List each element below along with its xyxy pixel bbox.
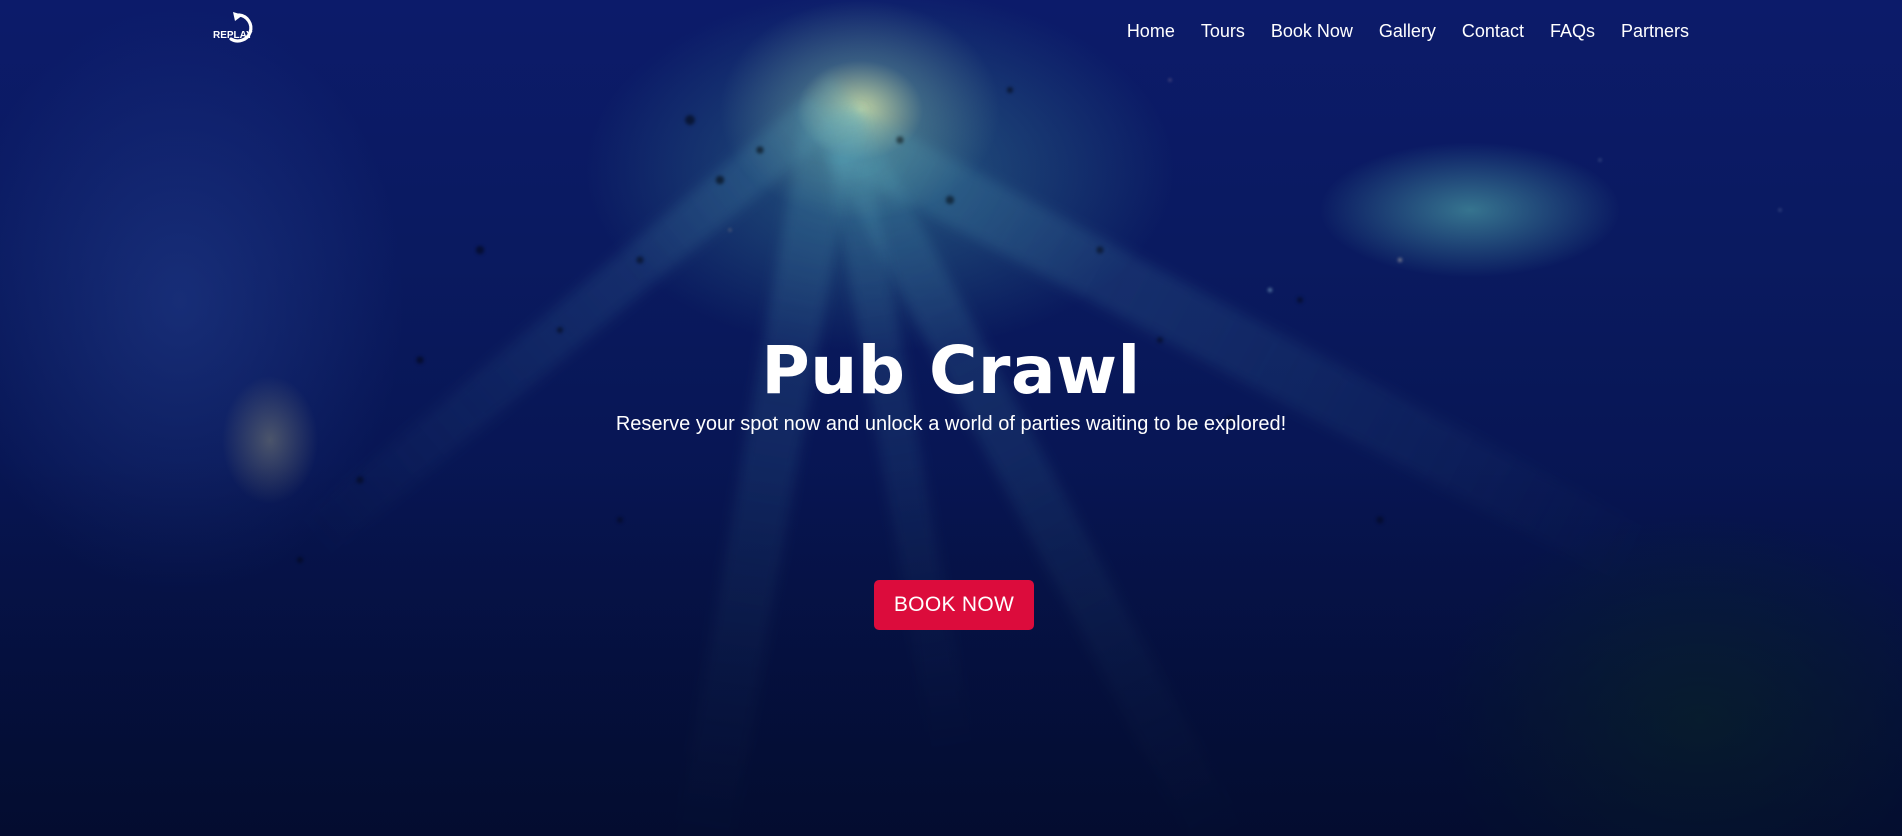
logo-link[interactable]: REPLAY bbox=[211, 9, 267, 49]
nav-link-book-now[interactable]: Book Now bbox=[1258, 18, 1366, 44]
nav-link-home[interactable]: Home bbox=[1114, 18, 1188, 44]
nav-item-home: Home bbox=[1114, 18, 1188, 44]
nav-link-faqs[interactable]: FAQs bbox=[1537, 18, 1608, 44]
hero-section: REPLAY Home Tours Book Now Gallery Conta… bbox=[0, 0, 1902, 836]
hero-title: Pub Crawl bbox=[761, 332, 1141, 409]
replay-logo-icon: REPLAY bbox=[213, 12, 253, 43]
nav-item-faqs: FAQs bbox=[1537, 18, 1608, 44]
svg-text:REPLAY: REPLAY bbox=[213, 30, 253, 41]
nav-item-tours: Tours bbox=[1188, 18, 1258, 44]
nav-link-partners[interactable]: Partners bbox=[1608, 18, 1702, 44]
nav-item-contact: Contact bbox=[1449, 18, 1537, 44]
nav-link-tours[interactable]: Tours bbox=[1188, 18, 1258, 44]
top-navbar: REPLAY Home Tours Book Now Gallery Conta… bbox=[0, 0, 1902, 58]
nav-item-partners: Partners bbox=[1608, 18, 1702, 44]
nav-item-book-now: Book Now bbox=[1258, 18, 1366, 44]
nav-menu: Home Tours Book Now Gallery Contact FAQs… bbox=[1114, 18, 1702, 44]
nav-item-gallery: Gallery bbox=[1366, 18, 1449, 44]
nav-link-gallery[interactable]: Gallery bbox=[1366, 18, 1449, 44]
hero-subtitle: Reserve your spot now and unlock a world… bbox=[615, 413, 1287, 435]
book-now-button[interactable]: BOOK NOW bbox=[874, 580, 1034, 630]
nav-link-contact[interactable]: Contact bbox=[1449, 18, 1537, 44]
hero-content: Pub Crawl Reserve your spot now and unlo… bbox=[0, 330, 1902, 436]
